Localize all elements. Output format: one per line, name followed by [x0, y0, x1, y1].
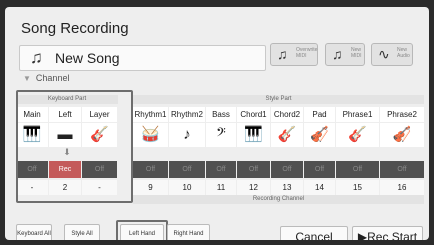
- channel-label: Channel: [35, 73, 70, 83]
- part-name-phrase2: Phrase2: [380, 107, 424, 122]
- cancel-button[interactable]: Cancel: [280, 226, 348, 240]
- new-audio-button[interactable]: ∿ New Audio: [371, 43, 413, 66]
- rec-toggle-phrase1[interactable]: Off: [336, 161, 379, 178]
- music-note-icon: ♫: [332, 46, 343, 62]
- channel-cell-bass[interactable]: 11: [206, 180, 236, 195]
- rec-toggle-rhythm2[interactable]: Off: [169, 161, 205, 178]
- channel-toggle[interactable]: ▼ Channel: [23, 73, 69, 83]
- channel-cell-chord2[interactable]: 13: [271, 180, 303, 195]
- part-name-chord2: Chord2: [271, 107, 303, 122]
- part-name-rhythm2: Rhythm2: [169, 107, 205, 122]
- channel-cell-phrase2[interactable]: 16: [380, 180, 424, 195]
- strings-icon: 🎻: [304, 123, 335, 147]
- drum-kit-icon: 🥁: [133, 123, 168, 147]
- part-name-phrase1: Phrase1: [336, 107, 379, 122]
- page-title: Song Recording: [21, 20, 129, 37]
- triangle-down-icon: ▼: [23, 74, 31, 83]
- rec-toggle-chord1[interactable]: Off: [237, 161, 270, 178]
- channel-cell-chord1[interactable]: 12: [237, 180, 270, 195]
- song-name-field[interactable]: ♫ New Song: [19, 45, 266, 71]
- style-all-button[interactable]: Style All: [64, 224, 100, 240]
- channel-cell-pad[interactable]: 14: [304, 180, 335, 195]
- style-part-header: Style Part: [133, 95, 424, 104]
- music-note-icon: ♫: [277, 46, 288, 62]
- part-name-chord1: Chord1: [237, 107, 270, 122]
- overwrite-midi-label: Overwrite MIDI: [296, 47, 318, 59]
- bass-guitar-icon: 𝄢: [206, 123, 236, 147]
- channel-cell-rhythm2[interactable]: 10: [169, 180, 205, 195]
- rec-start-label: Rec Start: [367, 230, 418, 240]
- music-note-icon: ♫: [30, 48, 43, 67]
- part-name-bass: Bass: [206, 107, 236, 122]
- new-midi-label: New MIDI: [351, 47, 362, 59]
- guitar-icon: 🎸: [271, 123, 303, 147]
- overwrite-midi-button[interactable]: ♫ Overwrite MIDI: [270, 43, 318, 66]
- part-name-rhythm1: Rhythm1: [133, 107, 168, 122]
- piano-icon: 🎹: [237, 123, 270, 147]
- part-name-pad: Pad: [304, 107, 335, 122]
- rec-toggle-rhythm1[interactable]: Off: [133, 161, 168, 178]
- new-midi-button[interactable]: ♫ New MIDI: [325, 43, 365, 66]
- guitar-icon: 🎸: [336, 123, 379, 147]
- left-hand-button[interactable]: Left Hand: [120, 224, 164, 240]
- rec-toggle-chord2[interactable]: Off: [271, 161, 303, 178]
- channel-cell-rhythm1[interactable]: 9: [133, 180, 168, 195]
- play-icon: ▶: [357, 230, 368, 240]
- channel-cell-phrase1[interactable]: 15: [336, 180, 379, 195]
- song-recording-window: Song Recording ♫ New Song ♫ Overwrite MI…: [5, 7, 429, 240]
- recording-channel-label: Recording Channel: [133, 195, 424, 204]
- waveform-icon: ∿: [378, 46, 390, 62]
- song-name: New Song: [55, 50, 120, 66]
- keyboard-all-button[interactable]: Keyboard All: [16, 224, 52, 240]
- new-audio-label: New Audio: [397, 47, 410, 59]
- percussion-icon: ♪: [169, 123, 205, 147]
- keyboard-part-highlight: [16, 90, 133, 203]
- right-hand-button[interactable]: Right Hand: [167, 224, 210, 240]
- strings-icon: 🎻: [380, 123, 424, 147]
- rec-toggle-bass[interactable]: Off: [206, 161, 236, 178]
- rec-toggle-phrase2[interactable]: Off: [380, 161, 424, 178]
- rec-toggle-pad[interactable]: Off: [304, 161, 335, 178]
- rec-start-button[interactable]: ▶Rec Start: [352, 226, 423, 240]
